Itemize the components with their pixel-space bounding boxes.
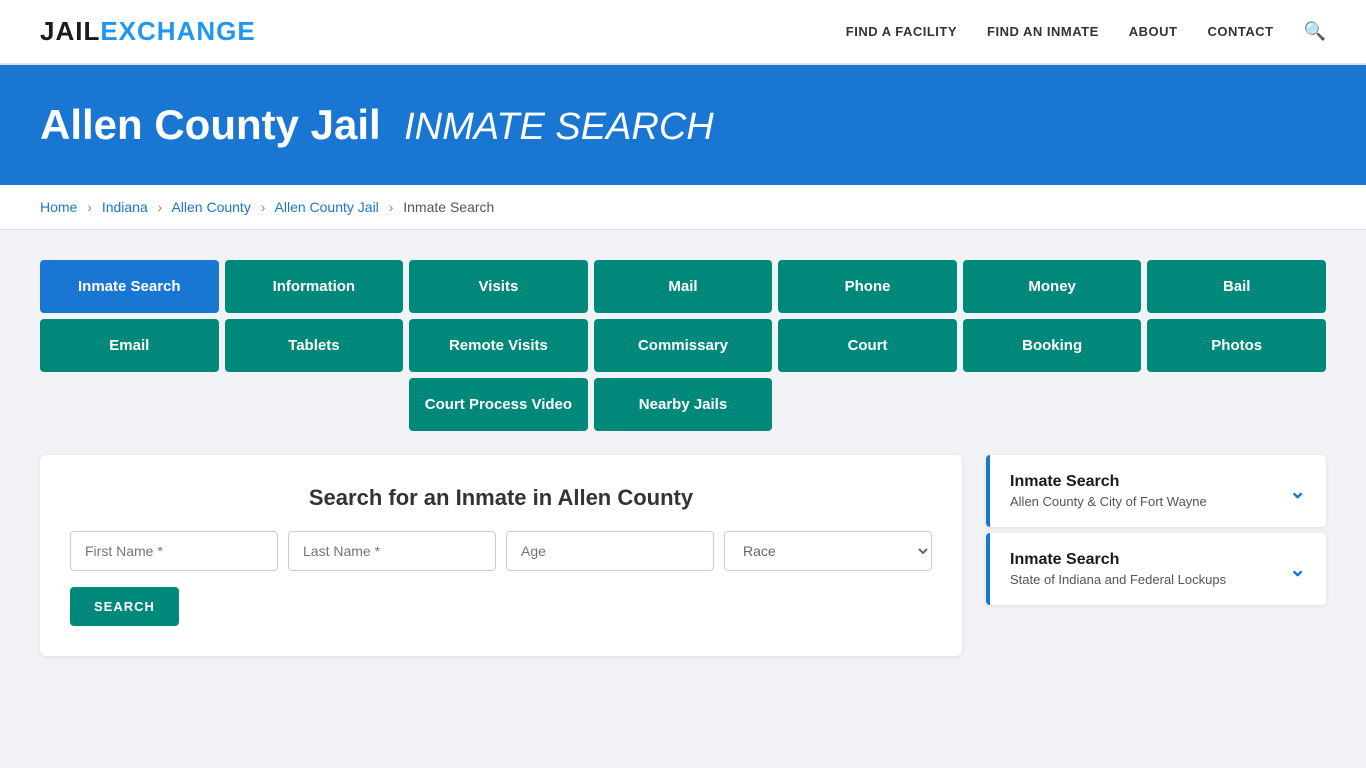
search-panel: Search for an Inmate in Allen County Rac…: [40, 455, 962, 656]
first-name-input[interactable]: [70, 531, 278, 571]
sidebar-card-allen-county-text: Inmate Search Allen County & City of For…: [1010, 473, 1207, 509]
btn-tablets[interactable]: Tablets: [225, 319, 404, 372]
nav-about[interactable]: ABOUT: [1129, 24, 1178, 39]
page-title-italic: INMATE SEARCH: [404, 106, 714, 148]
sidebar-card-allen-county[interactable]: Inmate Search Allen County & City of For…: [986, 455, 1326, 527]
btn-information[interactable]: Information: [225, 260, 404, 313]
page-title: Allen County Jail INMATE SEARCH: [40, 101, 1326, 149]
breadcrumb-indiana[interactable]: Indiana: [102, 199, 148, 215]
race-select[interactable]: Race White Black Hispanic Asian Other: [724, 531, 932, 571]
btn-mail[interactable]: Mail: [594, 260, 773, 313]
search-fields: Race White Black Hispanic Asian Other: [70, 531, 932, 571]
chevron-down-icon: ⌄: [1289, 479, 1306, 504]
sidebar-card-state-indiana-text: Inmate Search State of Indiana and Feder…: [1010, 551, 1226, 587]
btn-inmate-search[interactable]: Inmate Search: [40, 260, 219, 313]
nav-button-row-1: Inmate Search Information Visits Mail Ph…: [40, 260, 1326, 313]
breadcrumb-sep-4: ›: [389, 199, 394, 215]
nav-button-row-3: Court Process Video Nearby Jails: [40, 378, 1326, 431]
sidebar-card-allen-county-title: Inmate Search: [1010, 473, 1207, 491]
btn-nearby-jails[interactable]: Nearby Jails: [594, 378, 773, 431]
breadcrumb-home[interactable]: Home: [40, 199, 77, 215]
page-title-bold: Allen County Jail: [40, 101, 381, 148]
main-content: Inmate Search Information Visits Mail Ph…: [0, 230, 1366, 686]
sidebar-card-allen-county-subtitle: Allen County & City of Fort Wayne: [1010, 494, 1207, 509]
nav-find-inmate[interactable]: FIND AN INMATE: [987, 24, 1099, 39]
breadcrumb-allen-county-jail[interactable]: Allen County Jail: [275, 199, 379, 215]
breadcrumb: Home › Indiana › Allen County › Allen Co…: [0, 185, 1366, 230]
last-name-input[interactable]: [288, 531, 496, 571]
breadcrumb-sep-3: ›: [261, 199, 266, 215]
breadcrumb-inmate-search: Inmate Search: [403, 199, 494, 215]
header: JAILEXCHANGE FIND A FACILITY FIND AN INM…: [0, 0, 1366, 65]
btn-email[interactable]: Email: [40, 319, 219, 372]
btn-photos[interactable]: Photos: [1147, 319, 1326, 372]
nav-find-facility[interactable]: FIND A FACILITY: [846, 24, 957, 39]
search-icon[interactable]: 🔍: [1304, 21, 1326, 42]
btn-booking[interactable]: Booking: [963, 319, 1142, 372]
nav-contact[interactable]: CONTACT: [1207, 24, 1273, 39]
breadcrumb-sep-2: ›: [158, 199, 163, 215]
sidebar: Inmate Search Allen County & City of For…: [986, 455, 1326, 607]
logo-exchange: EXCHANGE: [100, 16, 255, 46]
nav-button-row-2: Email Tablets Remote Visits Commissary C…: [40, 319, 1326, 372]
btn-court[interactable]: Court: [778, 319, 957, 372]
sidebar-card-state-indiana-title: Inmate Search: [1010, 551, 1226, 569]
btn-court-process-video[interactable]: Court Process Video: [409, 378, 588, 431]
search-button[interactable]: SEARCH: [70, 587, 179, 626]
search-panel-title: Search for an Inmate in Allen County: [70, 485, 932, 511]
content-row: Search for an Inmate in Allen County Rac…: [40, 455, 1326, 656]
sidebar-card-state-indiana[interactable]: Inmate Search State of Indiana and Feder…: [986, 533, 1326, 605]
logo-jail: JAIL: [40, 16, 100, 46]
breadcrumb-sep-1: ›: [87, 199, 92, 215]
btn-phone[interactable]: Phone: [778, 260, 957, 313]
btn-bail[interactable]: Bail: [1147, 260, 1326, 313]
main-nav: FIND A FACILITY FIND AN INMATE ABOUT CON…: [846, 21, 1326, 42]
btn-remote-visits[interactable]: Remote Visits: [409, 319, 588, 372]
btn-commissary[interactable]: Commissary: [594, 319, 773, 372]
sidebar-card-state-indiana-subtitle: State of Indiana and Federal Lockups: [1010, 572, 1226, 587]
btn-money[interactable]: Money: [963, 260, 1142, 313]
breadcrumb-allen-county[interactable]: Allen County: [171, 199, 250, 215]
chevron-down-icon-2: ⌄: [1289, 557, 1306, 582]
hero-banner: Allen County Jail INMATE SEARCH: [0, 65, 1366, 185]
btn-visits[interactable]: Visits: [409, 260, 588, 313]
age-input[interactable]: [506, 531, 714, 571]
logo[interactable]: JAILEXCHANGE: [40, 16, 256, 47]
